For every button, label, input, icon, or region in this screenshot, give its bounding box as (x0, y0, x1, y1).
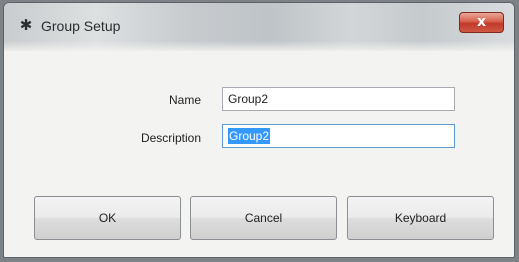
gear-icon: ✱ (19, 16, 33, 34)
title-bar[interactable]: ✱ Group Setup x (4, 3, 514, 51)
name-label: Name (168, 93, 201, 107)
keyboard-button[interactable]: Keyboard (347, 196, 494, 240)
name-field[interactable]: Group2 (222, 87, 455, 111)
window-title: Group Setup (41, 18, 121, 34)
description-field[interactable]: Group2 (222, 124, 455, 148)
ok-button[interactable]: OK (34, 196, 181, 240)
description-label: Description (140, 131, 201, 145)
description-value-selected: Group2 (228, 128, 271, 144)
cancel-button[interactable]: Cancel (190, 196, 337, 240)
close-icon: x (476, 14, 487, 30)
group-setup-dialog: ✱ Group Setup x Name Group2 Description … (3, 2, 515, 258)
close-button[interactable]: x (459, 12, 504, 33)
name-value: Group2 (228, 92, 269, 106)
